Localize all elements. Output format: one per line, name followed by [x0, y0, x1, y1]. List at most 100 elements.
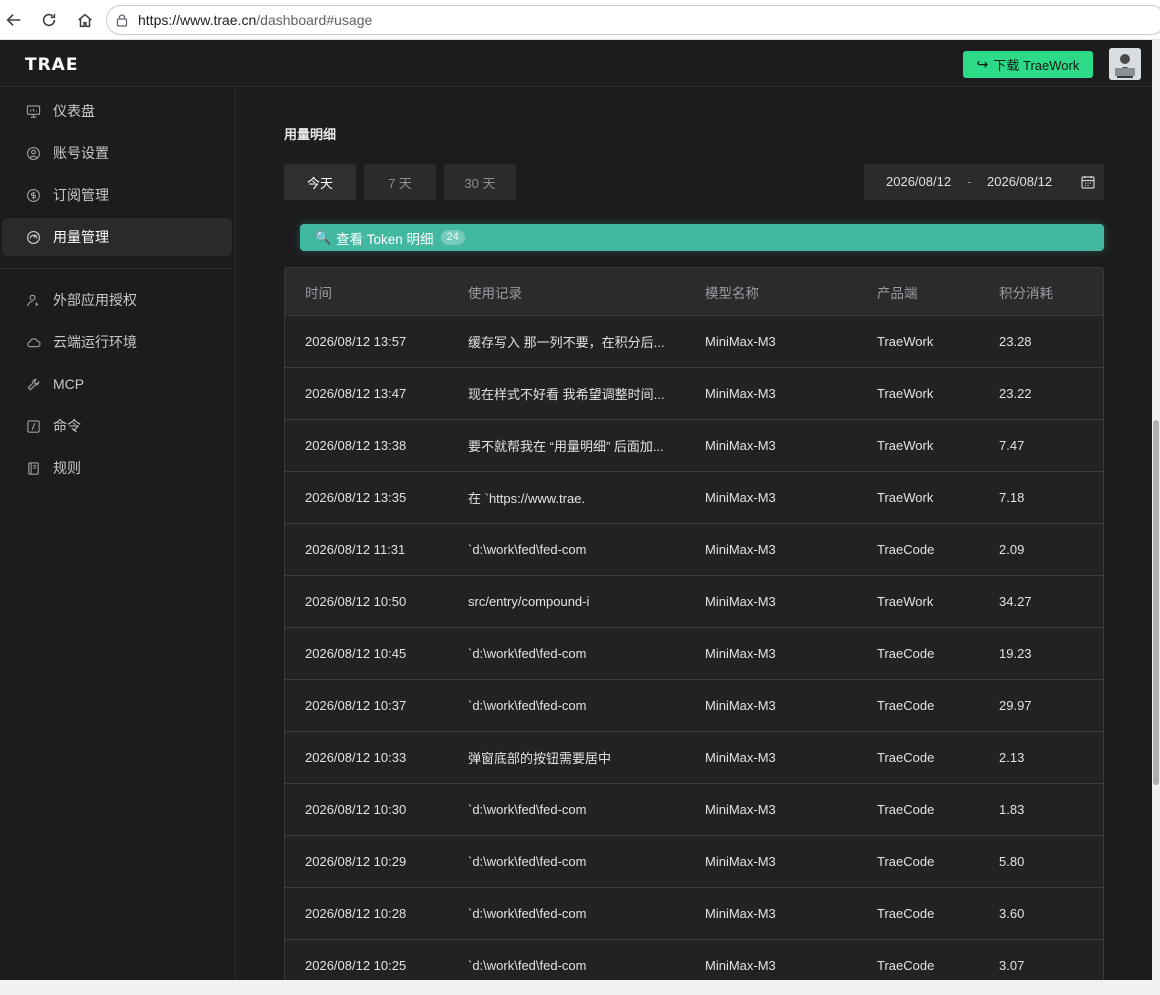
- cell-cost: 23.28: [999, 334, 1032, 349]
- sidebar-item-subscription[interactable]: 订阅管理: [2, 176, 232, 214]
- cell-product: TraeCode: [877, 698, 935, 713]
- back-icon[interactable]: [2, 8, 26, 32]
- cell-model: MiniMax-M3: [705, 646, 776, 661]
- table-body: 2026/08/12 13:57 缓存写入 那一列不要，在积分后... MiniMa…: [285, 316, 1103, 980]
- sidebar: 仪表盘 账号设置 订阅管理 用量管理 外部应用授权 云端运行环境 MCP 命令 …: [0, 88, 236, 980]
- table-row[interactable]: 2026/08/12 13:35 在 `https://www.trae. Mini…: [285, 472, 1103, 524]
- app-header: TRAE ↪ 下载 TraeWork: [0, 40, 1160, 87]
- table-row[interactable]: 2026/08/12 13:47 现在样式不好看 我希望调整时间... MiniMa…: [285, 368, 1103, 420]
- person-key-icon: [26, 293, 41, 308]
- sidebar-item-commands[interactable]: 命令: [2, 407, 232, 445]
- cell-model: MiniMax-M3: [705, 958, 776, 973]
- reload-icon[interactable]: [37, 8, 61, 32]
- scrollbar-thumb[interactable]: [1153, 420, 1159, 785]
- cell-cost: 5.80: [999, 854, 1025, 869]
- table-row[interactable]: 2026/08/12 10:28 `d:\work\fed\fed-com Mini…: [285, 888, 1103, 940]
- sidebar-item-rules[interactable]: 规则: [2, 449, 232, 487]
- sidebar-item-label: MCP: [53, 376, 85, 392]
- sidebar-item-label: 外部应用授权: [53, 292, 137, 308]
- cell-cost: 34.27: [999, 594, 1032, 609]
- sidebar-item-label: 用量管理: [53, 229, 109, 245]
- trae-logo[interactable]: TRAE: [25, 55, 78, 75]
- cell-model: MiniMax-M3: [705, 594, 776, 609]
- table-row[interactable]: 2026/08/12 10:50 src/entry/compound-i Mini…: [285, 576, 1103, 628]
- download-traework-button[interactable]: ↪ 下载 TraeWork: [963, 51, 1093, 78]
- table-row[interactable]: 2026/08/12 13:38 要不就帮我在 “用量明细” 后面加... Mini…: [285, 420, 1103, 472]
- sidebar-item-label: 账号设置: [53, 145, 109, 161]
- wrench-icon: [26, 377, 41, 392]
- cell-product: TraeWork: [877, 490, 934, 505]
- sidebar-item-external-auth[interactable]: 外部应用授权: [2, 281, 232, 319]
- slash-command-icon: [26, 419, 41, 434]
- cell-model: MiniMax-M3: [705, 386, 776, 401]
- sidebar-item-label: 云端运行环境: [53, 334, 137, 350]
- cell-time: 2026/08/12 13:57: [305, 334, 407, 349]
- column-header-record: 使用记录: [468, 285, 522, 301]
- cell-time: 2026/08/12 13:47: [305, 386, 407, 401]
- date-end[interactable]: 2026/08/12: [987, 174, 1052, 189]
- token-detail-label: 查看 Token 明细: [336, 231, 434, 247]
- book-icon: [26, 461, 41, 476]
- sidebar-item-usage[interactable]: 用量管理: [2, 218, 232, 256]
- cell-product: TraeCode: [877, 802, 935, 817]
- range-30days-button[interactable]: 30 天: [444, 164, 516, 200]
- cell-product: TraeCode: [877, 542, 935, 557]
- cell-time: 2026/08/12 13:35: [305, 490, 407, 505]
- cell-cost: 2.13: [999, 750, 1025, 765]
- cell-time: 2026/08/12 10:33: [305, 750, 407, 765]
- usage-table: 时间 使用记录 模型名称 产品端 积分消耗 2026/08/12 13:57 缓存…: [284, 267, 1104, 980]
- cell-cost: 19.23: [999, 646, 1032, 661]
- redirect-arrow-icon: ↪: [976, 56, 989, 72]
- calendar-icon[interactable]: [1080, 174, 1096, 190]
- sidebar-item-cloud-env[interactable]: 云端运行环境: [2, 323, 232, 361]
- token-count-badge: 24: [440, 230, 465, 245]
- sidebar-item-dashboard[interactable]: 仪表盘: [2, 92, 232, 130]
- address-bar[interactable]: https://www.trae.cn/dashboard#usage: [106, 5, 1160, 35]
- range-7days-button[interactable]: 7 天: [364, 164, 436, 200]
- cell-cost: 2.09: [999, 542, 1025, 557]
- cell-model: MiniMax-M3: [705, 490, 776, 505]
- date-start[interactable]: 2026/08/12: [886, 174, 951, 189]
- page-title: 用量明细: [284, 127, 337, 142]
- sidebar-item-label: 命令: [53, 418, 81, 434]
- sidebar-item-label: 订阅管理: [53, 187, 109, 203]
- table-row[interactable]: 2026/08/12 10:45 `d:\work\fed\fed-com Mini…: [285, 628, 1103, 680]
- table-row[interactable]: 2026/08/12 10:29 `d:\work\fed\fed-com Mini…: [285, 836, 1103, 888]
- url-text[interactable]: https://www.trae.cn/dashboard#usage: [138, 12, 372, 28]
- cell-product: TraeCode: [877, 906, 935, 921]
- cell-record: `d:\work\fed\fed-com: [468, 958, 587, 973]
- date-range-picker[interactable]: 2026/08/12 - 2026/08/12: [864, 164, 1104, 200]
- view-token-detail-button[interactable]: 🔍 查看 Token 明细 24: [300, 224, 1104, 251]
- avatar[interactable]: [1109, 48, 1141, 80]
- cell-product: TraeWork: [877, 594, 934, 609]
- sidebar-item-mcp[interactable]: MCP: [2, 365, 232, 403]
- cell-model: MiniMax-M3: [705, 854, 776, 869]
- column-header-model: 模型名称: [705, 285, 759, 301]
- table-row[interactable]: 2026/08/12 13:57 缓存写入 那一列不要，在积分后... MiniMa…: [285, 316, 1103, 368]
- table-row[interactable]: 2026/08/12 10:37 `d:\work\fed\fed-com Mini…: [285, 680, 1103, 732]
- table-row[interactable]: 2026/08/12 11:31 `d:\work\fed\fed-com Mini…: [285, 524, 1103, 576]
- cloud-icon: [26, 335, 41, 350]
- table-header: 时间 使用记录 模型名称 产品端 积分消耗: [285, 268, 1103, 316]
- search-icon: 🔍: [315, 229, 332, 245]
- cell-record: `d:\work\fed\fed-com: [468, 906, 587, 921]
- cell-model: MiniMax-M3: [705, 542, 776, 557]
- cell-time: 2026/08/12 13:38: [305, 438, 407, 453]
- gauge-icon: [26, 230, 41, 245]
- cell-record: 要不就帮我在 “用量明细” 后面加...: [468, 439, 664, 454]
- cell-cost: 23.22: [999, 386, 1032, 401]
- sidebar-item-account[interactable]: 账号设置: [2, 134, 232, 172]
- home-icon[interactable]: [73, 8, 97, 32]
- sidebar-divider: [0, 268, 232, 269]
- table-row[interactable]: 2026/08/12 10:30 `d:\work\fed\fed-com Mini…: [285, 784, 1103, 836]
- table-row[interactable]: 2026/08/12 10:25 `d:\work\fed\fed-com Mini…: [285, 940, 1103, 980]
- range-today-button[interactable]: 今天: [284, 164, 356, 200]
- cell-record: 弹窗底部的按钮需要居中: [468, 751, 612, 766]
- table-row[interactable]: 2026/08/12 10:33 弹窗底部的按钮需要居中 MiniMax-M3 Tra…: [285, 732, 1103, 784]
- cell-time: 2026/08/12 10:29: [305, 854, 407, 869]
- date-separator: -: [967, 174, 972, 189]
- cell-record: `d:\work\fed\fed-com: [468, 802, 587, 817]
- cell-model: MiniMax-M3: [705, 698, 776, 713]
- cell-model: MiniMax-M3: [705, 750, 776, 765]
- sidebar-item-label: 规则: [53, 460, 81, 476]
